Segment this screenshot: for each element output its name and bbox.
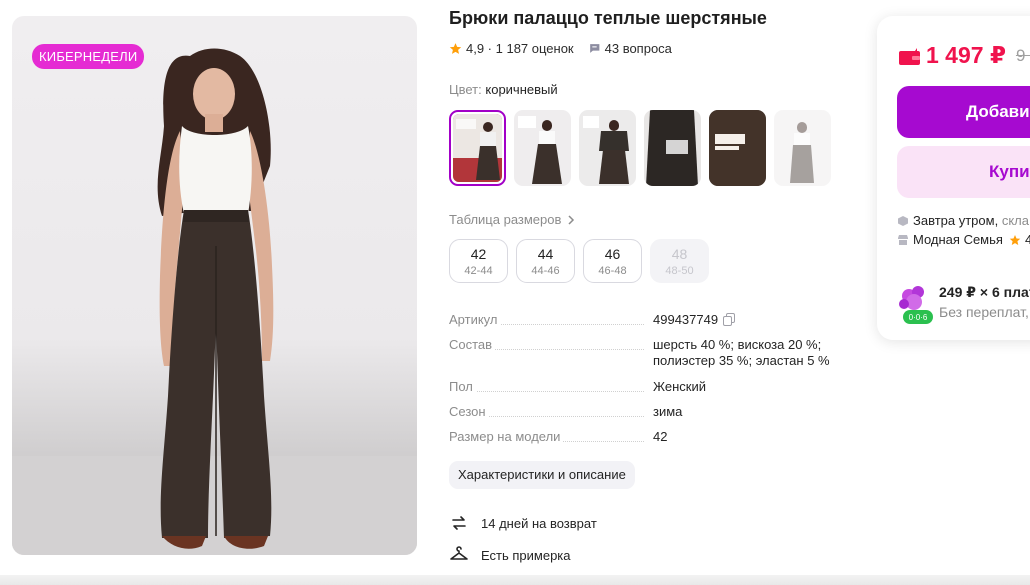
color-label: Цвет: [449, 82, 482, 97]
size-range: 42-44 [464, 265, 493, 277]
cyber-week-badge: КИБЕРНЕДЕЛИ [32, 44, 145, 69]
product-main-photo[interactable]: КИБЕРНЕДЕЛИ [12, 16, 417, 555]
fitting-text: Есть примерка [481, 547, 571, 563]
split-payment-main[interactable]: 249 ₽ × 6 плат [939, 284, 1030, 301]
star-icon [1009, 234, 1021, 245]
size-option-48: 48 48-50 [650, 239, 709, 283]
seller-info[interactable]: Модная Семья 4 [897, 232, 1030, 247]
size-range: 46-48 [598, 265, 627, 277]
spec-key: Состав [449, 337, 496, 353]
spec-row-model-size: Размер на модели 42 [449, 429, 849, 454]
current-price: 1 497 ₽ [926, 42, 1006, 68]
box-icon [898, 215, 908, 226]
spec-key: Сезон [449, 404, 489, 420]
size-option-46[interactable]: 46 46-48 [583, 239, 642, 283]
thumbnail-3[interactable] [579, 110, 636, 186]
wallet-icon [899, 47, 920, 65]
old-price: 9 0 [1015, 45, 1030, 65]
shop-icon [898, 234, 908, 245]
spec-row-article: Артикул 499437749 [449, 312, 849, 337]
spec-value: шерсть 40 %; вискоза 20 %; полиэстер 35 … [653, 337, 843, 369]
thumbnail-4[interactable] [644, 110, 701, 186]
model-illustration [12, 48, 417, 555]
seller-name: Модная Семья [913, 232, 1003, 247]
add-to-cart-button[interactable]: Добавит [897, 86, 1030, 138]
size-value: 44 [537, 246, 554, 262]
question-icon [589, 43, 599, 53]
thumbnail-5[interactable] [709, 110, 766, 186]
size-option-44[interactable]: 44 44-46 [516, 239, 575, 283]
characteristics-button[interactable]: Характеристики и описание [449, 461, 635, 489]
rating-row: 4,9 · 1 187 оценок 43 вопроса [449, 40, 672, 56]
questions-link[interactable]: 43 вопроса [605, 41, 672, 56]
size-value: 48 [671, 246, 688, 262]
buy-now-button[interactable]: Купит [897, 146, 1030, 198]
seller-rating: 4 [1024, 232, 1030, 247]
delivery-warehouse: скла [1001, 213, 1029, 228]
size-range: 48-50 [665, 265, 694, 277]
page-bottom-divider [0, 575, 1030, 585]
size-selector: 42 42-44 44 44-46 46 46-48 48 48-50 [449, 239, 709, 283]
copy-icon[interactable] [723, 313, 736, 326]
size-value: 46 [604, 246, 621, 262]
color-thumbnails [449, 110, 831, 186]
size-value: 42 [470, 246, 487, 262]
spec-key: Артикул [449, 312, 501, 328]
size-table-link[interactable]: Таблица размеров [449, 212, 575, 227]
chevron-right-icon [568, 214, 575, 225]
color-value: коричневый [485, 82, 558, 97]
spec-key: Размер на модели [449, 429, 564, 445]
thumbnail-1[interactable] [449, 110, 506, 186]
thumbnail-6[interactable] [774, 110, 831, 186]
return-feature: 14 дней на возврат [449, 513, 597, 533]
spec-value: зима [653, 404, 843, 420]
price-row: 1 497 ₽ 9 0 [899, 42, 1030, 69]
size-option-42[interactable]: 42 42-44 [449, 239, 508, 283]
product-title: Брюки палаццо теплые шерстяные [449, 8, 767, 28]
spec-row-gender: Пол Женский [449, 379, 849, 404]
spec-value: 499437749 [653, 312, 843, 328]
delivery-info: Завтра утром, скла [897, 213, 1029, 228]
article-number: 499437749 [653, 312, 719, 327]
spec-key: Пол [449, 379, 476, 395]
delivery-text: Завтра утром, [913, 213, 999, 228]
spec-row-season: Сезон зима [449, 404, 849, 429]
thumbnail-2[interactable] [514, 110, 571, 186]
split-badge-text: 0·0·6 [909, 313, 928, 322]
color-line: Цвет: коричневый [449, 82, 558, 97]
spec-row-composition: Состав шерсть 40 %; вискоза 20 %; полиэс… [449, 337, 849, 379]
size-table-label: Таблица размеров [449, 212, 562, 227]
price-card: 1 497 ₽ 9 0 Добавит Купит Завтра утром, … [877, 16, 1030, 340]
return-arrows-icon [452, 516, 466, 530]
hanger-icon [450, 546, 468, 560]
spec-list: Артикул 499437749 Состав шерсть 40 %; ви… [449, 312, 849, 454]
rating-text[interactable]: 4,9 · 1 187 оценок [466, 41, 574, 56]
fitting-feature: Есть примерка [449, 545, 571, 565]
star-icon [449, 42, 462, 54]
spec-value: Женский [653, 379, 843, 395]
split-payment-sub: Без переплат, [939, 304, 1029, 320]
size-range: 44-46 [531, 265, 560, 277]
split-payment-icon: 0·0·6 [899, 286, 933, 324]
return-text: 14 дней на возврат [481, 515, 597, 531]
spec-value: 42 [653, 429, 843, 445]
